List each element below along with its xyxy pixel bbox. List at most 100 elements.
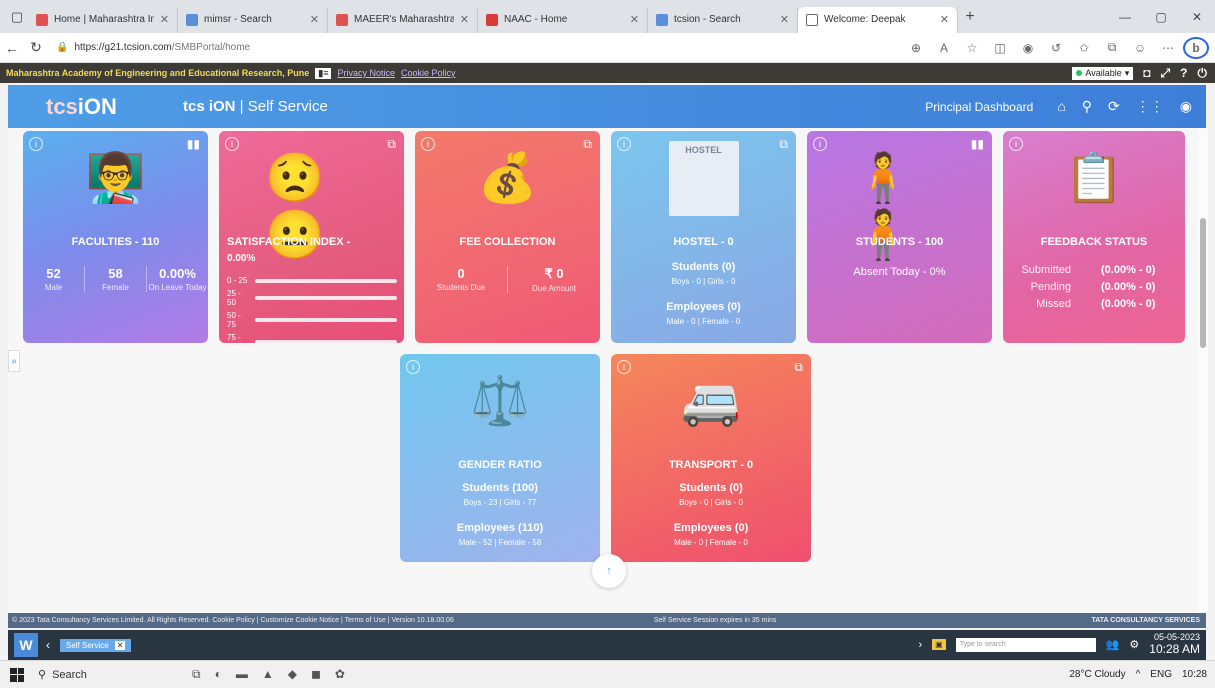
refresh-icon[interactable]: ↻	[24, 39, 48, 56]
split-screen-icon[interactable]: ◫	[987, 41, 1013, 55]
new-tab-icon[interactable]: +	[958, 8, 982, 26]
availability-value: Available	[1085, 68, 1122, 78]
gender-ratio-card[interactable]: i ⚖️ GENDER RATIO Students (100) Boys - …	[400, 354, 600, 562]
weather-text[interactable]: 28°C Cloudy	[1069, 669, 1125, 680]
app-icon[interactable]: ✿	[335, 667, 345, 682]
app-icon[interactable]: ◼	[311, 667, 321, 682]
settings-icon[interactable]: ⚙	[1129, 638, 1139, 651]
browser-tab[interactable]: Home | Maharashtra Instit ✕	[28, 6, 178, 33]
vertical-scrollbar[interactable]	[1198, 128, 1208, 613]
minimize-icon[interactable]: —	[1107, 10, 1143, 24]
app-icon[interactable]: ◆	[288, 667, 297, 682]
zoom-icon[interactable]: ⊕	[903, 41, 929, 55]
privacy-notice-link[interactable]: Privacy Notice	[337, 68, 395, 78]
close-tab-icon[interactable]: ✕	[630, 13, 639, 26]
availability-select[interactable]: Available ▾	[1072, 66, 1134, 80]
windows-start-icon[interactable]	[10, 667, 24, 682]
people-icon[interactable]: 👥	[1106, 638, 1120, 651]
favorite-icon[interactable]: ☆	[959, 41, 985, 55]
browser-tab[interactable]: tcsion - Search ✕	[648, 6, 798, 33]
read-aloud-icon[interactable]: A	[931, 41, 957, 55]
info-icon[interactable]: i	[813, 137, 827, 151]
maximize-icon[interactable]: ▢	[1143, 10, 1179, 24]
external-link-icon[interactable]: ⧉	[583, 137, 592, 152]
w-logo-icon[interactable]: W	[14, 633, 38, 657]
url-field[interactable]: 🔒 https://g21.tcsion.com/SMBPortal/home	[56, 37, 816, 59]
edge-icon[interactable]: ◐	[215, 667, 222, 682]
due-amount-value: ₹ 0	[544, 266, 564, 281]
info-icon[interactable]: i	[617, 137, 631, 151]
tray-chevron-icon[interactable]: ^	[1136, 669, 1141, 680]
favorites-icon[interactable]: ✩	[1071, 41, 1097, 55]
chat-bot-icon[interactable]: ▣	[932, 639, 946, 651]
self-service-task[interactable]: Self Service ✕	[60, 638, 132, 652]
info-icon[interactable]: i	[406, 360, 420, 374]
info-icon[interactable]: i	[1009, 137, 1023, 151]
camera-icon[interactable]: ◘	[1143, 66, 1150, 80]
transport-card[interactable]: i ⧉ 🚐 TRANSPORT - 0 Students (0) Boys - …	[611, 354, 811, 562]
feedback-card[interactable]: i 📋 FEEDBACK STATUS Submitted (0.00% - 0)…	[1003, 131, 1185, 343]
user-card-icon[interactable]: ▮≡	[315, 67, 332, 79]
external-link-icon[interactable]: ⧉	[794, 360, 803, 375]
dashboard-title[interactable]: Principal Dashboard	[925, 100, 1057, 114]
more-icon[interactable]: ⋯	[1155, 41, 1181, 55]
home-icon[interactable]: ⌂	[1057, 98, 1065, 115]
bar-chart-icon[interactable]: ▮▮	[187, 137, 200, 151]
browser-tab-active[interactable]: Welcome: Deepak ✕	[798, 6, 958, 33]
close-tab-icon[interactable]: ✕	[460, 13, 469, 26]
close-tab-icon[interactable]: ✕	[160, 13, 169, 26]
scroll-top-button[interactable]: ↑	[592, 554, 626, 588]
extension-icon[interactable]: ◉	[1015, 41, 1041, 55]
task-view-icon[interactable]: ⧉	[192, 667, 201, 682]
tcs-ion-logo[interactable]: tcs iON	[8, 85, 173, 128]
copilot-icon[interactable]: b	[1183, 36, 1209, 59]
tab-title: Welcome: Deepak	[824, 14, 906, 25]
search-icon[interactable]: ⚲	[1082, 98, 1092, 115]
system-clock[interactable]: 10:28	[1182, 669, 1207, 680]
type-to-search-input[interactable]: Type to search	[955, 637, 1096, 652]
external-link-icon[interactable]: ⧉	[779, 137, 788, 152]
feedback-rows: Submitted (0.00% - 0) Pending (0.00% - 0) …	[1011, 264, 1181, 315]
info-icon[interactable]: i	[225, 137, 239, 151]
sidebar-expand-icon[interactable]: »	[8, 350, 20, 372]
browser-tab[interactable]: NAAC - Home ✕	[478, 6, 648, 33]
info-icon[interactable]: i	[617, 360, 631, 374]
students-card[interactable]: i ▮▮ 🧍🧍 STUDENTS - 100 Absent Today - 0%	[807, 131, 992, 343]
browser-tab[interactable]: mimsr - Search ✕	[178, 6, 328, 33]
profile-icon[interactable]: ☺	[1127, 41, 1153, 55]
info-icon[interactable]: i	[29, 137, 43, 151]
close-window-icon[interactable]: ✕	[1179, 10, 1215, 24]
browser-tab[interactable]: MAEER's Maharashtra Instit ✕	[328, 6, 478, 33]
language-indicator[interactable]: ENG	[1150, 669, 1172, 680]
tab-actions-icon[interactable]: ▢	[6, 6, 28, 28]
tab-favicon-icon	[486, 13, 498, 26]
collections-icon[interactable]: ⧉	[1099, 40, 1125, 55]
bar-chart-icon[interactable]: ▮▮	[971, 137, 984, 151]
close-tab-icon[interactable]: ✕	[310, 13, 319, 26]
cookie-policy-link[interactable]: Cookie Policy	[401, 68, 456, 78]
help-icon[interactable]: ?	[1180, 66, 1187, 80]
refresh-alt-icon[interactable]: ↺	[1043, 41, 1069, 55]
satisfaction-card[interactable]: i ⧉ 😟😐 SATISFACTION INDEX - 0.00% 0 - 25…	[219, 131, 404, 343]
close-tab-icon[interactable]: ✕	[780, 13, 789, 26]
scrollbar-thumb[interactable]	[1200, 218, 1206, 348]
faculties-card[interactable]: i ▮▮ 👨‍🏫 FACULTIES - 110 52 Male 58 Female…	[23, 131, 208, 343]
info-icon[interactable]: i	[421, 137, 435, 151]
lock-icon: 🔒	[56, 42, 69, 53]
hostel-card[interactable]: i ⧉ HOSTEL HOSTEL - 0 Students (0) Boys …	[611, 131, 796, 343]
apps-grid-icon[interactable]: ⋮⋮	[1136, 98, 1164, 115]
app-icon[interactable]: ▲	[262, 667, 274, 682]
external-link-icon[interactable]: ⧉	[387, 137, 396, 152]
close-task-icon[interactable]: ✕	[114, 640, 126, 650]
expand-icon[interactable]: ⤢	[1161, 66, 1171, 81]
power-icon[interactable]: ⏻	[1198, 66, 1208, 81]
fee-collection-card[interactable]: i ⧉ 💰 FEE COLLECTION 0 Students Due ₹ 0 Du…	[415, 131, 600, 343]
sync-icon[interactable]: ⟳	[1108, 98, 1120, 115]
chevron-left-icon[interactable]: ‹	[46, 638, 50, 652]
back-icon[interactable]: ←	[0, 40, 24, 56]
chevron-right-icon[interactable]: ›	[918, 639, 922, 651]
windows-search[interactable]: ⚲ Search	[38, 668, 178, 682]
user-account-icon[interactable]: ◉	[1180, 98, 1192, 115]
close-tab-icon[interactable]: ✕	[940, 13, 949, 26]
file-explorer-icon[interactable]: ▬	[236, 667, 248, 682]
